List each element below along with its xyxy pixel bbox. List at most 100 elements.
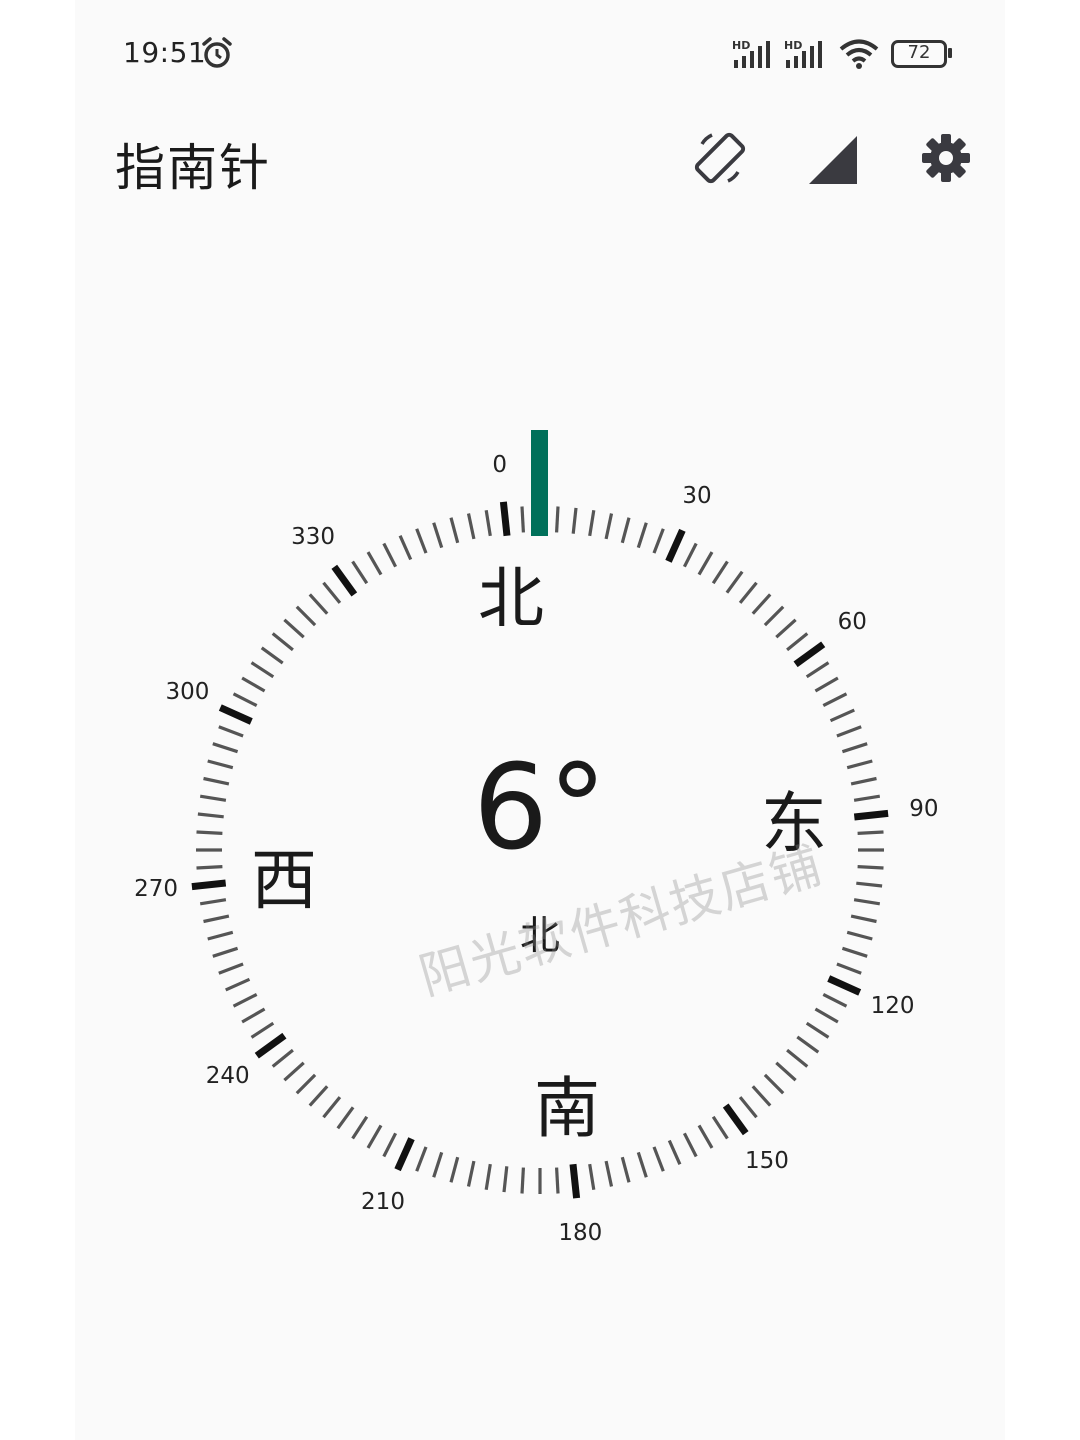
major-tick xyxy=(331,564,358,597)
major-tick xyxy=(827,975,862,996)
minor-tick xyxy=(850,914,877,924)
minor-tick xyxy=(805,661,830,679)
minor-tick xyxy=(520,506,525,533)
minor-tick xyxy=(382,542,398,568)
cardinal-north: 北 xyxy=(478,560,544,637)
minor-tick xyxy=(751,1085,772,1107)
minor-tick xyxy=(814,676,839,693)
minor-tick xyxy=(652,1146,665,1172)
degree-label-180: 180 xyxy=(558,1219,603,1246)
minor-tick xyxy=(484,1163,492,1191)
degree-label-0: 0 xyxy=(492,452,507,479)
minor-tick xyxy=(283,1061,305,1082)
major-tick xyxy=(665,528,686,563)
minor-tick xyxy=(604,513,614,540)
major-tick xyxy=(218,704,253,725)
minor-tick xyxy=(836,725,862,738)
minor-tick xyxy=(711,1115,729,1140)
minor-tick xyxy=(225,977,251,992)
minor-tick xyxy=(271,1048,294,1068)
minor-tick xyxy=(382,1132,398,1158)
heading-value: 6° xyxy=(472,738,608,876)
minor-tick xyxy=(711,560,729,585)
degree-label-30: 30 xyxy=(682,483,712,510)
minor-tick xyxy=(232,692,258,708)
minor-tick xyxy=(232,992,258,1008)
minor-tick xyxy=(636,1151,648,1178)
minor-tick xyxy=(366,551,383,576)
minor-tick xyxy=(857,865,884,870)
minor-tick xyxy=(697,551,714,576)
minor-tick xyxy=(667,1139,682,1165)
minor-tick xyxy=(415,528,428,554)
minor-tick xyxy=(415,1146,428,1172)
minor-tick xyxy=(738,1096,758,1119)
minor-tick xyxy=(822,692,848,708)
minor-tick xyxy=(682,542,698,568)
minor-tick xyxy=(502,1166,509,1193)
minor-tick xyxy=(207,759,234,770)
minor-tick xyxy=(308,593,329,615)
major-tick xyxy=(254,1032,287,1059)
minor-tick xyxy=(203,776,230,786)
degree-label-240: 240 xyxy=(205,1062,250,1089)
minor-tick xyxy=(571,507,578,534)
minor-tick xyxy=(697,1124,714,1149)
minor-tick xyxy=(846,930,873,941)
minor-tick xyxy=(212,946,239,958)
minor-tick xyxy=(295,605,317,627)
minor-tick xyxy=(449,517,460,544)
minor-tick xyxy=(822,992,848,1008)
minor-tick xyxy=(218,962,244,975)
minor-tick xyxy=(775,1061,797,1082)
minor-tick xyxy=(751,593,772,615)
minor-tick xyxy=(588,509,596,537)
major-tick xyxy=(394,1137,415,1172)
degree-label-60: 60 xyxy=(837,609,867,636)
degree-label-300: 300 xyxy=(165,679,210,705)
minor-tick xyxy=(466,513,476,540)
minor-tick xyxy=(856,881,883,888)
minor-tick xyxy=(351,1115,369,1140)
minor-tick xyxy=(620,1156,631,1183)
minor-tick xyxy=(763,605,785,627)
minor-tick xyxy=(604,1160,614,1187)
cardinal-south: 南 xyxy=(534,1070,600,1147)
minor-tick xyxy=(786,632,809,652)
minor-tick xyxy=(295,1073,317,1095)
major-tick xyxy=(569,1163,581,1199)
minor-tick xyxy=(786,1048,809,1068)
major-tick xyxy=(499,501,511,537)
minor-tick xyxy=(841,742,868,754)
minor-tick xyxy=(652,528,665,554)
degree-label-90: 90 xyxy=(909,795,939,822)
minor-tick xyxy=(196,830,223,835)
minor-tick xyxy=(241,676,266,693)
minor-tick xyxy=(196,865,223,870)
minor-tick xyxy=(829,708,855,723)
minor-tick xyxy=(853,794,881,802)
degree-label-270: 270 xyxy=(134,876,179,903)
minor-tick xyxy=(322,581,342,604)
minor-tick xyxy=(836,962,862,975)
minor-tick xyxy=(322,1096,342,1119)
minor-tick xyxy=(260,646,284,665)
minor-tick xyxy=(207,930,234,941)
minor-tick xyxy=(763,1073,785,1095)
minor-tick xyxy=(796,1035,820,1054)
minor-tick xyxy=(351,560,369,585)
minor-tick xyxy=(520,1167,525,1194)
degree-label-330: 330 xyxy=(291,523,336,550)
minor-tick xyxy=(620,517,631,544)
minor-tick xyxy=(850,776,877,786)
minor-tick xyxy=(218,725,244,738)
minor-tick xyxy=(250,1021,275,1039)
minor-tick xyxy=(814,1007,839,1024)
minor-tick xyxy=(588,1163,596,1191)
minor-tick xyxy=(199,898,227,906)
minor-tick xyxy=(682,1132,698,1158)
minor-tick xyxy=(283,618,305,639)
minor-tick xyxy=(250,661,275,679)
minor-tick xyxy=(199,794,227,802)
degree-label-210: 210 xyxy=(361,1188,405,1215)
